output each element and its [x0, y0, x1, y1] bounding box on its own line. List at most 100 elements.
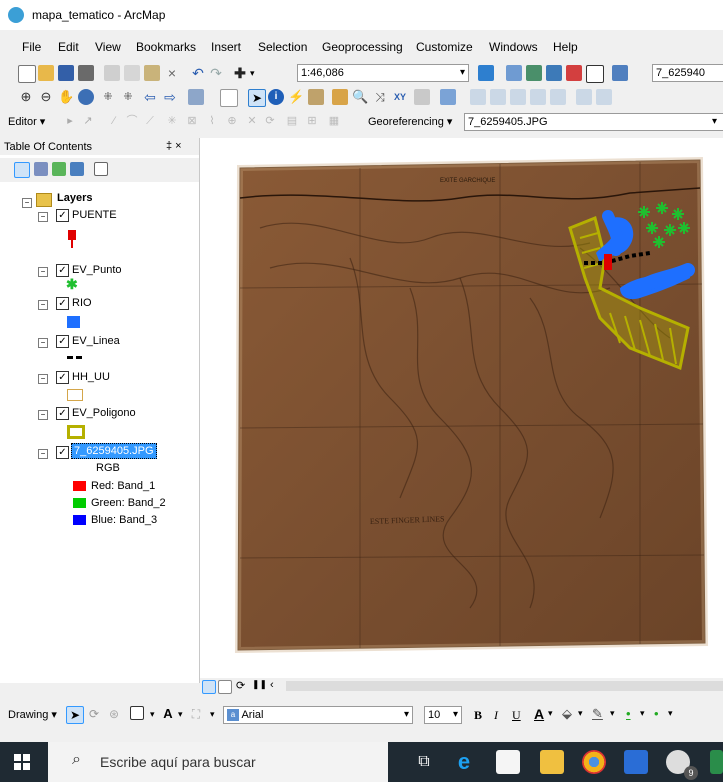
scroll-left-icon[interactable]: ‹: [270, 679, 286, 695]
collapse-ev-poligono-icon[interactable]: −: [38, 410, 48, 420]
map-scale-combo[interactable]: 1:46,086 ▾: [297, 64, 469, 82]
catalog-icon[interactable]: [526, 65, 542, 81]
data-view-icon[interactable]: [202, 680, 216, 694]
menu-windows[interactable]: Windows: [489, 40, 538, 54]
undo-icon[interactable]: ↶: [190, 65, 206, 81]
cut-icon[interactable]: [104, 65, 120, 81]
windows-start-icon[interactable]: [14, 754, 30, 770]
paste-icon[interactable]: [144, 65, 160, 81]
layout-view-icon[interactable]: [218, 680, 232, 694]
arctoolbox-icon[interactable]: [566, 65, 582, 81]
taskbar-search-box[interactable]: ⌕ Escribe aquí para buscar: [48, 742, 388, 782]
html-popup-icon[interactable]: [308, 89, 324, 105]
add-data-dropdown-icon[interactable]: ▾: [250, 65, 266, 81]
sketch-properties-icon[interactable]: [596, 89, 612, 105]
trace-icon[interactable]: ∕: [106, 113, 122, 129]
collapse-ev-linea-icon[interactable]: −: [38, 338, 48, 348]
split-tool-icon[interactable]: [530, 89, 546, 105]
new-document-icon[interactable]: [18, 65, 36, 83]
endpoint-arc-icon[interactable]: ⌒: [124, 113, 140, 129]
collapse-hh-uu-icon[interactable]: −: [38, 374, 48, 384]
bold-button[interactable]: B: [474, 708, 482, 723]
puente-visibility-checkbox[interactable]: ✓: [56, 209, 69, 222]
layer-ev-punto[interactable]: EV_Punto: [72, 264, 122, 276]
open-folder-icon[interactable]: [38, 65, 54, 81]
hyperlink-icon[interactable]: ⚡: [288, 89, 304, 105]
list-by-source-icon[interactable]: [34, 162, 48, 176]
fill-color-dropdown-icon[interactable]: ▾: [578, 708, 583, 719]
split-line-icon[interactable]: ⊠: [184, 113, 200, 129]
go-to-xy-icon[interactable]: XY: [392, 89, 408, 105]
select-elements-icon[interactable]: ➤: [248, 89, 266, 107]
shadow-color-dropdown-icon[interactable]: ▾: [668, 708, 673, 719]
straight-segment-icon[interactable]: ↗: [80, 113, 96, 129]
chrome-icon[interactable]: [582, 750, 606, 774]
clear-sketch-icon[interactable]: ✕: [244, 113, 260, 129]
ev-poligono-visibility-checkbox[interactable]: ✓: [56, 407, 69, 420]
layer-ev-linea[interactable]: EV_Linea: [72, 335, 120, 347]
rotate-element-icon[interactable]: ⟳: [86, 706, 102, 722]
refresh-icon[interactable]: ⟳: [236, 679, 252, 695]
menu-file[interactable]: File: [22, 40, 41, 54]
layer-raster-selected[interactable]: 7_6259405.JPG: [71, 443, 157, 459]
identify-icon[interactable]: i: [268, 89, 284, 105]
point-icon[interactable]: ✳: [164, 113, 180, 129]
clear-selection-icon[interactable]: [220, 89, 238, 107]
toc-options-icon[interactable]: [94, 162, 108, 176]
edit-tool-icon[interactable]: [470, 89, 486, 105]
toc-pin-close-icon[interactable]: ‡ ×: [166, 140, 182, 152]
menu-bookmarks[interactable]: Bookmarks: [136, 40, 196, 54]
list-by-drawing-order-icon[interactable]: [14, 162, 30, 178]
pause-drawing-icon[interactable]: ❚❚: [252, 679, 268, 695]
rectangle-tool-icon[interactable]: [130, 706, 144, 720]
horizontal-scrollbar[interactable]: [286, 681, 723, 691]
zoom-out-icon[interactable]: ⊖: [38, 89, 54, 105]
rio-visibility-checkbox[interactable]: ✓: [56, 297, 69, 310]
menu-help[interactable]: Help: [553, 40, 578, 54]
sketch-props-icon[interactable]: ⊞: [304, 113, 320, 129]
georeferencing-menu[interactable]: Georeferencing ▾: [368, 115, 452, 128]
file-explorer-icon[interactable]: [540, 750, 564, 774]
time-slider-icon[interactable]: [414, 89, 430, 105]
taskbar-app-icon[interactable]: [710, 750, 723, 774]
rotate-tool-icon[interactable]: [550, 89, 566, 105]
attributes-icon[interactable]: [576, 89, 592, 105]
font-color-dropdown-icon[interactable]: ▾: [548, 708, 553, 719]
collapse-puente-icon[interactable]: −: [38, 212, 48, 222]
edit-vertices-icon[interactable]: ⛶: [188, 706, 204, 722]
menu-selection[interactable]: Selection: [258, 40, 307, 54]
line-color-dropdown-icon[interactable]: ▾: [610, 708, 615, 719]
cut-features-icon[interactable]: ⌇: [204, 113, 220, 129]
font-size-combo[interactable]: 10 ▾: [424, 706, 462, 724]
table-of-contents-icon[interactable]: [506, 65, 522, 81]
line-color-icon[interactable]: ✎: [592, 706, 603, 722]
rotate-features-icon[interactable]: ⊕: [224, 113, 240, 129]
forward-extent-icon[interactable]: ⇨: [162, 89, 178, 105]
select-elements-icon[interactable]: ➤: [66, 706, 84, 724]
editor-toolbar-icon[interactable]: [478, 65, 494, 81]
collapse-ev-punto-icon[interactable]: −: [38, 267, 48, 277]
back-extent-icon[interactable]: ⇦: [142, 89, 158, 105]
model-builder-icon[interactable]: [612, 65, 628, 81]
list-by-visibility-icon[interactable]: [52, 162, 66, 176]
layer-rio[interactable]: RIO: [72, 297, 92, 309]
rotate-sketch-icon[interactable]: ⟳: [262, 113, 278, 129]
layer-ev-poligono[interactable]: EV_Poligono: [72, 407, 136, 419]
hh-uu-visibility-checkbox[interactable]: ✓: [56, 371, 69, 384]
map-view[interactable]: EXITE GARCHIQUE ESTE FINGER LINES: [200, 138, 723, 678]
midpoint-icon[interactable]: ⟋: [142, 113, 158, 129]
collapse-rio-icon[interactable]: −: [38, 300, 48, 310]
raster-visibility-checkbox[interactable]: ✓: [56, 446, 69, 459]
layer-hh-uu[interactable]: HH_UU: [72, 371, 110, 383]
outlook-icon[interactable]: [624, 750, 648, 774]
attributes-window-icon[interactable]: ▤: [284, 113, 300, 129]
underline-button[interactable]: U: [512, 708, 521, 723]
delete-icon[interactable]: ×: [164, 65, 180, 81]
drawing-menu[interactable]: Drawing ▾: [8, 708, 57, 721]
menu-edit[interactable]: Edit: [58, 40, 79, 54]
font-color-button[interactable]: A: [534, 706, 544, 722]
menu-geoprocessing[interactable]: Geoprocessing: [322, 40, 403, 54]
list-by-selection-icon[interactable]: [70, 162, 84, 176]
layer-puente[interactable]: PUENTE: [72, 209, 117, 221]
menu-insert[interactable]: Insert: [211, 40, 241, 54]
